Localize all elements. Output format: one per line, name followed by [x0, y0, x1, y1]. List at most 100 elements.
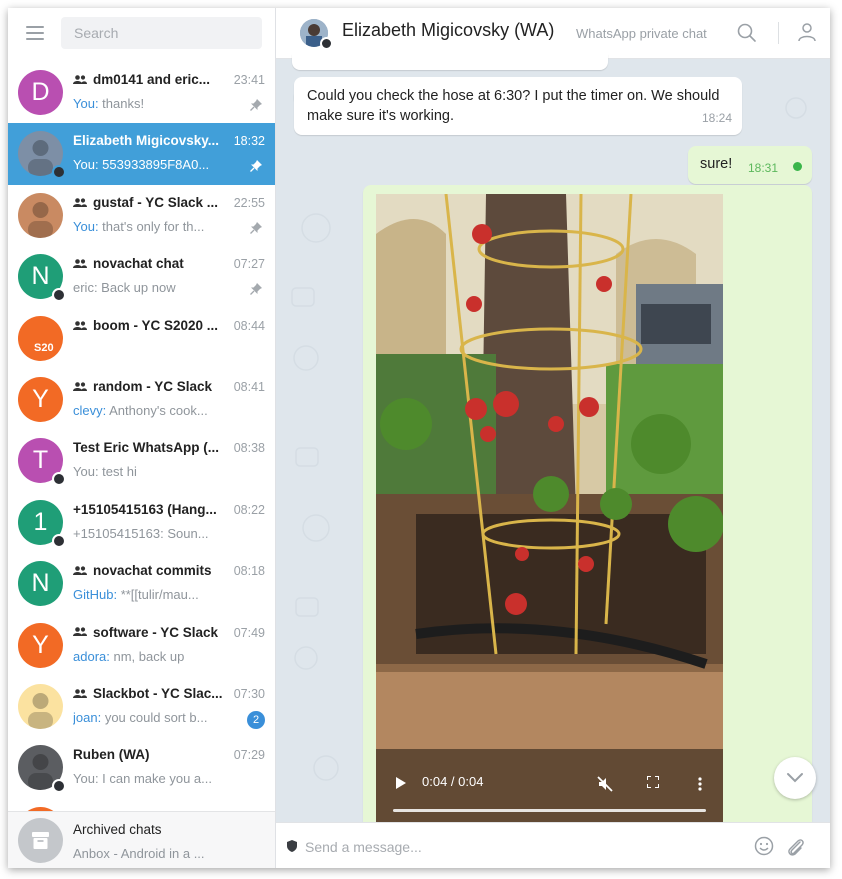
chat-title[interactable]: Elizabeth Migicovsky (WA) — [342, 20, 554, 41]
chat-list-item[interactable]: Yrandom - YC Slack 08:41 clevy: Anthony's … — [8, 369, 275, 430]
incoming-message[interactable]: Could you check the hose at 6:30? I put … — [294, 77, 742, 135]
message-composer — [276, 822, 830, 868]
pin-icon — [250, 283, 262, 296]
archived-chats[interactable]: Archived chats Anbox - Android in a ... — [8, 811, 275, 868]
chat-preview: +15105415163: Soun... — [73, 526, 223, 541]
chat-title-text: boom - YC S2020 ... — [93, 317, 219, 333]
chat-preview: You: test hi — [73, 464, 223, 479]
video-player[interactable] — [376, 194, 723, 826]
outgoing-message[interactable]: sure! 18:31 — [688, 146, 812, 184]
sidebar-top — [8, 8, 275, 62]
group-icon — [73, 75, 87, 84]
fullscreen-icon[interactable] — [647, 776, 659, 788]
chat-title-text: +15105415163 (Hang... — [73, 501, 217, 517]
chat-title: dm0141 and eric... — [73, 72, 223, 87]
outgoing-message-text: sure! — [700, 156, 733, 172]
search-icon[interactable] — [736, 22, 758, 44]
avatar-letter: T — [32, 446, 49, 475]
play-icon[interactable] — [396, 777, 406, 789]
chat-time: 22:55 — [233, 195, 265, 210]
video-frame — [376, 194, 723, 826]
chat-list-item[interactable]: gustaf - YC Slack ... 22:55 You: that's on… — [8, 185, 275, 246]
chat-preview: You: thanks! — [73, 96, 223, 111]
avatar-letter: S20 — [34, 341, 54, 354]
chat-list-item[interactable]: announcements...07:19 — [8, 799, 275, 811]
delivered-icon — [793, 162, 802, 171]
menu-icon[interactable] — [26, 26, 44, 40]
chat-avatar: Y — [18, 622, 63, 668]
chat-title: novachat chat — [73, 256, 223, 271]
chat-title: Ruben (WA) — [73, 747, 223, 762]
chat-time: 08:44 — [233, 318, 265, 333]
preview-text: You: test hi — [73, 464, 137, 480]
chat-list-item[interactable]: Elizabeth Migicovsky... 18:32 You: 5539338… — [8, 123, 275, 185]
pin-icon — [250, 99, 262, 111]
online-indicator — [320, 37, 333, 50]
header-divider — [778, 22, 779, 44]
chat-list-item[interactable]: S20 boom - YC S2020 ... 08:44 — [8, 308, 275, 369]
chat-avatar — [18, 683, 63, 729]
chat-preview: You: that's only for th... — [73, 219, 223, 234]
message-input[interactable] — [303, 833, 727, 861]
chat-title-text: software - YC Slack — [93, 624, 219, 640]
chat-title: +15105415163 (Hang... — [73, 502, 223, 517]
chat-title: Slackbot - YC Slac... — [73, 686, 223, 701]
chat-avatar — [18, 192, 63, 238]
preview-text: that's only for th... — [98, 218, 205, 234]
search-box[interactable] — [61, 17, 267, 49]
chat-time: 08:38 — [233, 441, 265, 456]
preview-sender: You: — [73, 218, 99, 234]
preview-text: nm, back up — [109, 648, 185, 664]
preview-sender: You: — [73, 157, 99, 173]
chat-list-item[interactable]: 1 +15105415163 (Hang... 08:22 +15105415163:… — [8, 492, 275, 553]
preview-text: you could sort b... — [101, 709, 208, 725]
group-icon — [73, 689, 87, 698]
chat-list-item[interactable]: Nnovachat chat 07:27 eric: Back up now — [8, 246, 275, 307]
chat-preview: eric: Back up now — [73, 280, 223, 295]
mute-icon[interactable] — [597, 776, 613, 792]
chat-title-text: novachat chat — [93, 256, 184, 272]
user-info-icon[interactable] — [796, 21, 818, 43]
preview-text: **[[tulir/mau... — [117, 587, 199, 603]
chat-list-item[interactable]: Nnovachat commits 08:18 GitHub: **[[tulir/… — [8, 553, 275, 614]
avatar-photo — [28, 692, 53, 729]
chat-time: 08:22 — [233, 502, 265, 517]
chat-title-text: Test Eric WhatsApp (... — [73, 440, 220, 456]
encryption-shield-icon — [287, 840, 297, 852]
group-icon — [73, 320, 87, 330]
incoming-message-text: Could you check the hose at 6:30? I put … — [307, 88, 720, 124]
chat-list-item[interactable]: T Test Eric WhatsApp (... 08:38 You: test h… — [8, 430, 275, 491]
chat-preview: joan: you could sort b... — [73, 710, 223, 725]
group-icon — [73, 259, 87, 269]
chat-preview: You: I can make you a... — [73, 771, 223, 786]
chat-list-item[interactable]: Ddm0141 and eric... 23:41 You: thanks! — [8, 62, 275, 123]
scroll-to-bottom-button[interactable] — [774, 757, 816, 799]
online-indicator — [52, 779, 66, 794]
chat-title-text: Slackbot - YC Slac... — [93, 685, 223, 701]
chat-list: Ddm0141 and eric... 23:41 You: thanks! Eliz… — [8, 62, 275, 811]
search-input[interactable] — [61, 17, 267, 49]
chat-list-item[interactable]: Ruben (WA) 07:29 You: I can make you a... — [8, 737, 275, 798]
more-options-icon[interactable] — [698, 777, 702, 791]
avatar-photo — [28, 201, 53, 238]
archived-title: Archived chats — [73, 822, 162, 837]
avatar-letter: 1 — [33, 507, 48, 536]
chat-list-item[interactable]: Ysoftware - YC Slack 07:49 adora: nm, back… — [8, 615, 275, 676]
chat-title-text: gustaf - YC Slack ... — [93, 194, 219, 210]
attach-icon[interactable] — [786, 836, 806, 858]
chat-list-item[interactable]: Slackbot - YC Slac... 07:30 joan: you coul… — [8, 676, 275, 737]
preview-text: You: I can make you a... — [73, 771, 212, 787]
chat-time: 07:29 — [233, 748, 265, 763]
previous-message-bubble — [292, 54, 608, 70]
group-icon — [73, 627, 87, 637]
emoji-icon[interactable] — [754, 836, 774, 856]
chat-title-text: Elizabeth Migicovsky... — [73, 133, 220, 149]
chat-title-text: Ruben (WA) — [73, 747, 150, 763]
preview-sender: GitHub: — [73, 587, 118, 603]
video-time: 0:04 / 0:04 — [422, 774, 484, 789]
archive-icon — [18, 818, 63, 863]
chat-title: Elizabeth Migicovsky... — [73, 133, 223, 148]
pin-icon — [250, 221, 262, 234]
video-progress-bar[interactable] — [393, 809, 706, 812]
avatar-letter: N — [31, 569, 50, 598]
